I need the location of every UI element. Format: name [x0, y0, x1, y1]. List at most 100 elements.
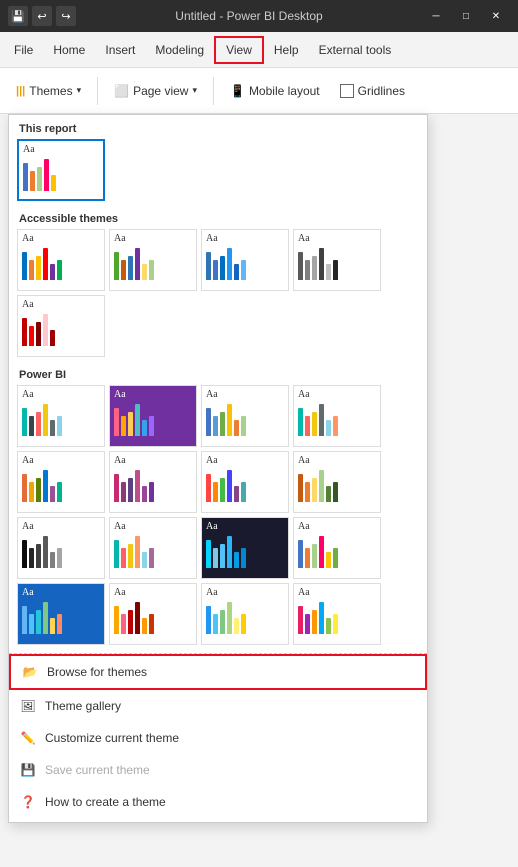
theme-bar: [43, 314, 48, 346]
menu-item-help[interactable]: Help: [264, 36, 309, 64]
theme-card-label-pbi4: Aa: [298, 389, 376, 400]
theme-bar: [36, 256, 41, 280]
theme-bar: [220, 412, 225, 436]
theme-bar: [142, 552, 147, 568]
theme-bar: [326, 618, 331, 634]
theme-bar: [234, 264, 239, 280]
bottom-item-browse[interactable]: 📂Browse for themes: [9, 654, 427, 690]
theme-bar: [114, 408, 119, 436]
menu-item-home[interactable]: Home: [43, 36, 95, 64]
redo-icon[interactable]: ↪: [56, 6, 76, 26]
theme-bar: [220, 256, 225, 280]
theme-card-pbi4[interactable]: Aa: [293, 385, 381, 447]
theme-bar: [149, 614, 154, 634]
theme-card-pbi12[interactable]: Aa: [293, 517, 381, 579]
theme-bar: [220, 544, 225, 568]
theme-card-pbi2[interactable]: Aa: [109, 385, 197, 447]
theme-bar: [227, 404, 232, 436]
theme-bar: [36, 322, 41, 346]
theme-bar: [50, 264, 55, 280]
window-title: Untitled - Power BI Desktop: [84, 9, 414, 23]
page-view-label: Page view: [133, 84, 188, 98]
bottom-menu: 📂Browse for themes🖼Theme gallery✏️Custom…: [9, 653, 427, 818]
undo-icon[interactable]: ↩: [32, 6, 52, 26]
theme-card-pbi7[interactable]: Aa: [201, 451, 289, 513]
theme-bar: [298, 474, 303, 502]
theme-bar: [234, 420, 239, 436]
theme-card-this-report[interactable]: Aa: [17, 139, 105, 201]
theme-bar: [57, 548, 62, 568]
theme-bar: [142, 618, 147, 634]
theme-card-acc4[interactable]: Aa: [293, 229, 381, 291]
theme-card-pbi3[interactable]: Aa: [201, 385, 289, 447]
theme-bar: [312, 478, 317, 502]
theme-bar: [305, 482, 310, 502]
theme-bar: [135, 404, 140, 436]
page-view-button[interactable]: ⬜ Page view ▾: [106, 80, 205, 102]
theme-bar: [57, 614, 62, 634]
bottom-item-gallery[interactable]: 🖼Theme gallery: [9, 690, 427, 722]
theme-card-pbi6[interactable]: Aa: [109, 451, 197, 513]
theme-bar: [57, 260, 62, 280]
save-icon[interactable]: 💾: [8, 6, 28, 26]
theme-bar: [305, 260, 310, 280]
theme-bar: [326, 264, 331, 280]
theme-card-pbi9[interactable]: Aa: [17, 517, 105, 579]
maximize-button[interactable]: □: [452, 6, 480, 26]
theme-bar: [298, 408, 303, 436]
theme-bars-pbi16: [298, 602, 376, 634]
theme-bar: [50, 330, 55, 346]
theme-bar: [234, 552, 239, 568]
theme-bar: [333, 482, 338, 502]
menu-item-modeling[interactable]: Modeling: [145, 36, 214, 64]
theme-bar: [135, 602, 140, 634]
theme-card-pbi16[interactable]: Aa: [293, 583, 381, 645]
theme-bar: [206, 540, 211, 568]
theme-grid-0: Aa: [9, 139, 427, 205]
menu-item-insert[interactable]: Insert: [95, 36, 145, 64]
theme-card-label-acc5: Aa: [22, 299, 100, 310]
title-bar-controls: 💾 ↩ ↪: [8, 6, 76, 26]
theme-card-pbi10[interactable]: Aa: [109, 517, 197, 579]
theme-card-acc2[interactable]: Aa: [109, 229, 197, 291]
theme-card-pbi15[interactable]: Aa: [201, 583, 289, 645]
themes-button[interactable]: ||| Themes ▾: [8, 80, 89, 102]
theme-card-pbi5[interactable]: Aa: [17, 451, 105, 513]
gridlines-checkbox[interactable]: [340, 84, 354, 98]
theme-bar: [227, 470, 232, 502]
theme-bar: [114, 474, 119, 502]
theme-bar: [213, 548, 218, 568]
theme-card-pbi14[interactable]: Aa: [109, 583, 197, 645]
theme-card-pbi1[interactable]: Aa: [17, 385, 105, 447]
theme-bar: [121, 614, 126, 634]
gridlines-area[interactable]: Gridlines: [332, 80, 413, 102]
mobile-layout-label: Mobile layout: [249, 84, 320, 98]
bottom-item-customize[interactable]: ✏️Customize current theme: [9, 722, 427, 754]
theme-bar: [213, 614, 218, 634]
theme-card-pbi11[interactable]: Aa: [201, 517, 289, 579]
theme-card-acc5[interactable]: Aa: [17, 295, 105, 357]
theme-bar: [333, 416, 338, 436]
theme-card-label-pbi6: Aa: [114, 455, 192, 466]
theme-card-acc1[interactable]: Aa: [17, 229, 105, 291]
minimize-button[interactable]: ─: [422, 6, 450, 26]
bottom-item-howto[interactable]: ❓How to create a theme: [9, 786, 427, 818]
theme-bar: [142, 420, 147, 436]
theme-bar: [36, 610, 41, 634]
menu-item-view[interactable]: View: [214, 36, 264, 64]
theme-card-acc3[interactable]: Aa: [201, 229, 289, 291]
theme-card-label-pbi9: Aa: [22, 521, 100, 532]
theme-bar: [23, 163, 28, 191]
theme-bar: [149, 548, 154, 568]
theme-bar: [227, 536, 232, 568]
theme-card-pbi8[interactable]: Aa: [293, 451, 381, 513]
menu-item-file[interactable]: File: [4, 36, 43, 64]
theme-card-pbi13[interactable]: Aa: [17, 583, 105, 645]
bottom-item-save: 💾Save current theme: [9, 754, 427, 786]
theme-bar: [206, 606, 211, 634]
theme-bar: [312, 256, 317, 280]
close-button[interactable]: ✕: [482, 6, 510, 26]
menu-item-external-tools[interactable]: External tools: [309, 36, 402, 64]
theme-bars-acc4: [298, 248, 376, 280]
theme-bar: [326, 420, 331, 436]
